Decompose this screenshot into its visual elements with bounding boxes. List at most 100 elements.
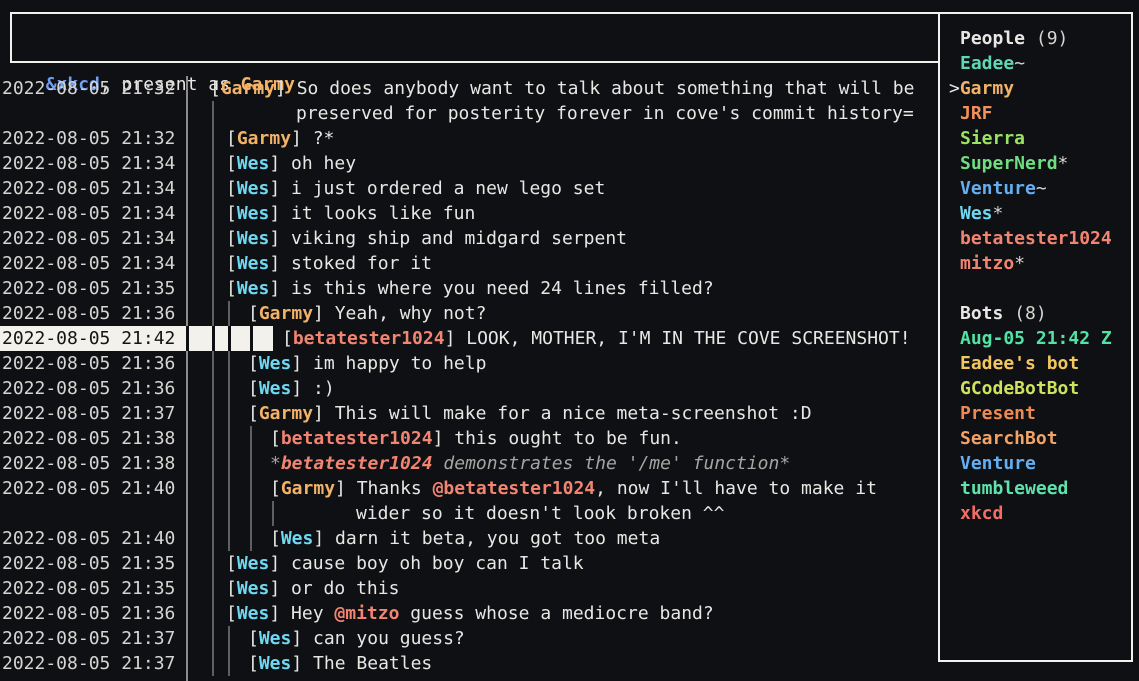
message-segment: oh hey (291, 153, 356, 174)
message-segment: [ (248, 378, 259, 399)
chat-message-row[interactable]: 2022-08-05 21:34[Wes] i just ordered a n… (0, 176, 938, 201)
message-segment: ] (269, 553, 291, 574)
chat-log: 2022-08-05 21:32[Garmy] So does anybody … (0, 0, 938, 681)
timestamp: 2022-08-05 21:40 (2, 476, 175, 501)
nick: Wes (237, 278, 270, 299)
message-segment: [ (248, 653, 259, 674)
bot-item[interactable]: Venture (940, 451, 1139, 476)
chat-message-row[interactable]: 2022-08-05 21:36[Wes] Hey @mitzo guess w… (0, 601, 938, 626)
message-text: [Wes] :) (248, 376, 335, 401)
person-item[interactable]: JRF (940, 101, 1139, 126)
person-name: Sierra (960, 128, 1025, 149)
bot-name: GCodeBotBot (960, 378, 1079, 399)
message-text: [betatester1024] this ought to be fun. (270, 426, 682, 451)
person-name: mitzo (960, 253, 1014, 274)
message-segment: ] (335, 478, 357, 499)
message-segment: Thanks (357, 478, 433, 499)
chat-message-row[interactable]: 2022-08-05 21:35[Wes] cause boy oh boy c… (0, 551, 938, 576)
message-segment: [ (282, 328, 293, 349)
person-item[interactable]: Wes* (940, 201, 1139, 226)
bot-name: Eadee's bot (960, 353, 1079, 374)
chat-message-row[interactable]: 2022-08-05 21:37[Wes] The Beatles (0, 651, 938, 676)
chat-message-row[interactable]: 2022-08-05 21:32[Garmy] So does anybody … (0, 76, 938, 101)
chat-message-row[interactable]: 2022-08-05 21:38*betatester1024 demonstr… (0, 451, 938, 476)
person-name: SuperNerd (960, 153, 1058, 174)
bot-item[interactable]: Eadee's bot (940, 351, 1139, 376)
chat-message-row[interactable]: 2022-08-05 21:40[Garmy] Thanks @betatest… (0, 476, 938, 501)
bot-item[interactable]: xkcd (940, 501, 1139, 526)
message-segment: [ (210, 78, 221, 99)
nick: Garmy (259, 403, 313, 424)
person-name: Wes (960, 203, 993, 224)
timestamp: 2022-08-05 21:35 (2, 551, 175, 576)
message-segment: can you guess? (313, 628, 465, 649)
message-segment: im happy to help (313, 353, 486, 374)
bot-item[interactable]: GCodeBotBot (940, 376, 1139, 401)
chat-message-row[interactable]: 2022-08-05 21:36[Wes] im happy to help (0, 351, 938, 376)
message-segment: [ (226, 128, 237, 149)
sidebar: People (9)Eadee~>GarmyJRFSierraSuperNerd… (938, 12, 1133, 662)
chat-message-row[interactable]: 2022-08-05 21:34[Wes] it looks like fun (0, 201, 938, 226)
message-segment: ] (269, 578, 291, 599)
timestamp: 2022-08-05 21:32 (2, 126, 175, 151)
timestamp: 2022-08-05 21:38 (2, 451, 175, 476)
person-item[interactable]: Eadee~ (940, 51, 1139, 76)
chat-message-row[interactable]: 2022-08-05 21:32[Garmy] ?* (0, 126, 938, 151)
chat-message-row[interactable]: 2022-08-05 21:34[Wes] stoked for it (0, 251, 938, 276)
nick: Wes (259, 378, 292, 399)
bot-item[interactable]: SearchBot (940, 426, 1139, 451)
nick: Wes (259, 653, 292, 674)
bot-name: xkcd (960, 503, 1003, 524)
person-status-suffix: * (993, 203, 1004, 224)
message-text: preserved for posterity forever in cove'… (296, 101, 914, 126)
message-segment: stoked for it (291, 253, 432, 274)
message-segment: [ (270, 528, 281, 549)
bot-item[interactable]: tumbleweed (940, 476, 1139, 501)
chat-message-row[interactable]: 2022-08-05 21:37[Wes] can you guess? (0, 626, 938, 651)
nick: @mitzo (334, 603, 399, 624)
message-segment: [ (226, 253, 237, 274)
message-segment: ] (433, 428, 455, 449)
message-segment: viking ship and midgard serpent (291, 228, 627, 249)
people-label: People (960, 28, 1025, 49)
chat-message-row[interactable]: preserved for posterity forever in cove'… (0, 101, 938, 126)
chat-message-row[interactable]: 2022-08-05 21:38[betatester1024] this ou… (0, 426, 938, 451)
person-item[interactable]: >Garmy (940, 76, 1131, 101)
chat-message-row[interactable]: 2022-08-05 21:36[Wes] :) (0, 376, 938, 401)
bot-item[interactable]: Present (940, 401, 1139, 426)
message-segment: [ (248, 353, 259, 374)
chat-message-row[interactable]: 2022-08-05 21:35[Wes] or do this (0, 576, 938, 601)
message-segment: The Beatles (313, 653, 432, 674)
message-segment: [ (226, 203, 237, 224)
nick: Wes (237, 603, 270, 624)
message-segment: ] (313, 403, 335, 424)
chat-message-row[interactable]: 2022-08-05 21:34[Wes] oh hey (0, 151, 938, 176)
chat-message-row[interactable]: 2022-08-05 21:40[Wes] darn it beta, you … (0, 526, 938, 551)
message-segment: [ (270, 428, 281, 449)
chat-message-row[interactable]: 2022-08-05 21:36[Garmy] Yeah, why not? (0, 301, 938, 326)
nick: betatester1024 (281, 428, 433, 449)
bot-name: Present (960, 403, 1036, 424)
message-text: [betatester1024] LOOK, MOTHER, I'M IN TH… (282, 326, 911, 351)
chat-message-row[interactable]: 2022-08-05 21:35[Wes] is this where you … (0, 276, 938, 301)
person-item[interactable]: Venture~ (940, 176, 1139, 201)
message-segment: ?* (313, 128, 335, 149)
bots-label: Bots (960, 303, 1003, 324)
nick: Wes (237, 178, 270, 199)
person-item[interactable]: Sierra (940, 126, 1139, 151)
person-status-suffix: * (1058, 153, 1069, 174)
bots-header: Bots (8) (940, 301, 1139, 326)
chat-message-row[interactable]: 2022-08-05 21:42[betatester1024] LOOK, M… (0, 326, 938, 351)
person-item[interactable]: SuperNerd* (940, 151, 1139, 176)
chat-message-row[interactable]: wider so it doesn't look broken ^^ (0, 501, 938, 526)
person-item[interactable]: mitzo* (940, 251, 1139, 276)
message-segment: ] (313, 528, 335, 549)
nick: Garmy (237, 128, 291, 149)
message-segment: cause boy oh boy can I talk (291, 553, 584, 574)
chat-message-row[interactable]: 2022-08-05 21:34[Wes] viking ship and mi… (0, 226, 938, 251)
message-segment: [ (248, 303, 259, 324)
chat-message-row[interactable]: 2022-08-05 21:37[Garmy] This will make f… (0, 401, 938, 426)
nick: Wes (237, 228, 270, 249)
bot-item[interactable]: Aug-05 21:42 Z (940, 326, 1139, 351)
person-item[interactable]: betatester1024 (940, 226, 1139, 251)
